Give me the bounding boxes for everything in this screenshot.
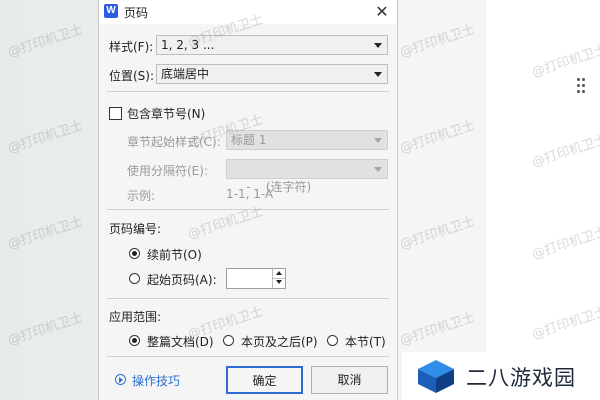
- brand-watermark: 二八游戏园: [402, 352, 600, 400]
- position-select-value: 底端居中: [161, 67, 210, 81]
- continue-label[interactable]: 续前节(O): [147, 246, 202, 263]
- position-select[interactable]: 底端居中: [156, 64, 388, 84]
- watermark: @打印机卫士: [6, 118, 86, 157]
- apply-this-page-after-radio[interactable]: [223, 335, 234, 346]
- divider: [107, 298, 389, 299]
- include-chapter-checkbox[interactable]: [109, 107, 122, 120]
- dialog-title: 页码: [124, 6, 149, 20]
- apply-whole-document-radio[interactable]: [129, 335, 140, 346]
- cube-logo-icon: [418, 360, 454, 393]
- cancel-button[interactable]: 取消: [311, 366, 388, 394]
- separator-select[interactable]: - (连字符): [226, 159, 388, 194]
- apply-this-section-radio[interactable]: [327, 335, 338, 346]
- watermark: @打印机卫士: [6, 310, 86, 349]
- start-page-stepper[interactable]: [226, 268, 286, 289]
- drag-handle-icon[interactable]: [577, 78, 585, 94]
- watermark: @打印机卫士: [6, 22, 86, 61]
- include-chapter-label[interactable]: 包含章节号(N): [127, 105, 205, 122]
- example-label: 示例:: [127, 189, 156, 203]
- close-icon[interactable]: ✕: [371, 1, 393, 23]
- style-label: 样式(F):: [109, 40, 154, 54]
- stepper-buttons: [272, 269, 285, 288]
- tips-link[interactable]: 操作技巧: [132, 372, 180, 389]
- apply-this-section-label[interactable]: 本节(T): [345, 333, 386, 350]
- divider: [107, 91, 389, 92]
- chevron-down-icon: [374, 43, 382, 48]
- brand-text: 二八游戏园: [466, 366, 576, 390]
- watermark: @打印机卫士: [6, 214, 86, 253]
- numbering-header: 页码编号:: [109, 222, 162, 236]
- continue-radio[interactable]: [129, 248, 140, 259]
- chapter-start-style-select[interactable]: 标题 1: [226, 130, 388, 150]
- apply-header: 应用范围:: [109, 310, 162, 324]
- separator-label: 使用分隔符(E):: [127, 164, 208, 178]
- page-number-dialog: W 页码 ✕ 样式(F): 1, 2, 3 ... 位置(S): 底端居中 包含…: [98, 0, 398, 400]
- divider: [107, 356, 389, 357]
- example-value: 1-1, 1-A: [226, 187, 274, 201]
- apply-this-page-after-label[interactable]: 本页及之后(P): [241, 333, 318, 350]
- chevron-down-icon: [374, 138, 382, 143]
- start-at-radio[interactable]: [129, 273, 140, 284]
- wps-writer-icon: W: [104, 4, 118, 18]
- start-at-label[interactable]: 起始页码(A):: [147, 271, 217, 288]
- ok-button[interactable]: 确定: [226, 366, 303, 394]
- position-label: 位置(S):: [109, 69, 155, 83]
- chevron-down-icon: [374, 72, 382, 77]
- chevron-down-icon: [374, 167, 382, 172]
- stepper-down-icon[interactable]: [273, 278, 285, 287]
- play-circle-icon[interactable]: [115, 374, 126, 385]
